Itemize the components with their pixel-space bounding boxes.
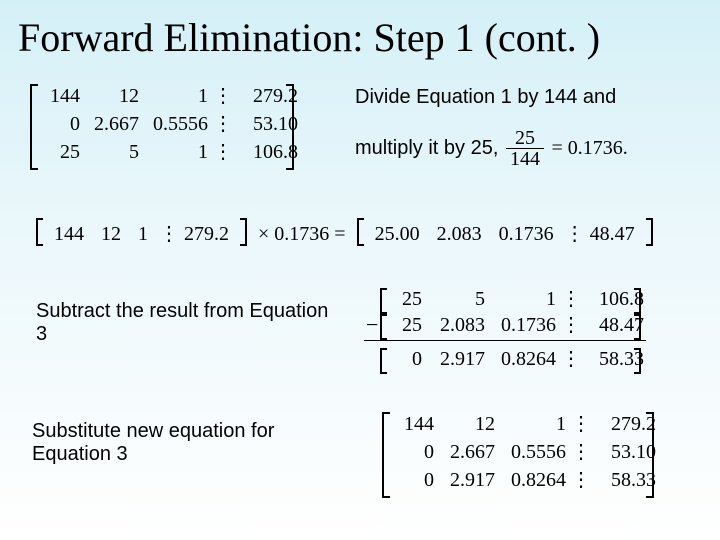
aug-separator: ⋮	[565, 221, 579, 246]
bracket-left-icon	[357, 218, 364, 246]
matrix-row: 25 5 1 ⋮ 106.8	[388, 286, 644, 312]
cell: 144	[38, 82, 80, 110]
minus-sign: −	[366, 312, 378, 338]
matrix-row: 0 2.917 0.8264 ⋮ 58.33	[388, 346, 644, 372]
bracket-left-icon	[36, 218, 43, 246]
aug-separator: ⋮	[213, 82, 233, 110]
augmented-matrix-initial: 144 12 1 ⋮ 279.2 0 2.667 0.5556 ⋮ 53.10 …	[38, 82, 298, 166]
slide-title: Forward Elimination: Step 1 (cont. )	[18, 14, 600, 61]
aug-separator: ⋮	[213, 138, 233, 166]
cell: 0.1736	[493, 223, 560, 246]
cell: 2.667	[85, 110, 139, 138]
cell: 25.00	[369, 223, 426, 246]
cell: 2.917	[439, 466, 495, 494]
bracket-right-icon	[646, 218, 653, 246]
bracket-right-icon	[286, 84, 294, 170]
substitute-caption: Substitute new equation for Equation 3	[32, 420, 352, 466]
cell: 2.083	[427, 312, 485, 338]
cell: 279.2	[178, 223, 235, 246]
matrix-row: 144 12 1 ⋮ 279.2	[392, 410, 656, 438]
aug-separator: ⋮	[571, 410, 591, 438]
aug-separator: ⋮	[561, 312, 579, 338]
bracket-left-icon	[382, 412, 390, 498]
cell: 1	[490, 286, 556, 312]
cell: 5	[85, 138, 139, 166]
cell: 2.917	[427, 346, 485, 372]
cell: 5	[427, 286, 485, 312]
bracket-right-icon	[240, 218, 247, 246]
cell: 0	[392, 466, 434, 494]
matrix-row: 25 2.083 0.1736 ⋮ 48.47	[388, 312, 644, 338]
cell: 25	[388, 312, 422, 338]
aug-separator: ⋮	[213, 110, 233, 138]
bracket-right-icon	[634, 288, 641, 314]
cell: 0.1736	[490, 312, 556, 338]
fraction-numerator: 25	[506, 128, 544, 149]
bracket-right-icon	[646, 412, 654, 498]
fraction: 25 144	[506, 128, 544, 169]
bracket-left-icon	[30, 84, 38, 170]
fraction-denominator: 144	[506, 149, 544, 169]
cell: 0.5556	[144, 110, 208, 138]
slide: Forward Elimination: Step 1 (cont. ) Div…	[0, 0, 720, 540]
subtract-caption: Subtract the result from Equation 3	[36, 300, 336, 346]
cell: 12	[95, 223, 127, 246]
augmented-matrix-updated: 144 12 1 ⋮ 279.2 0 2.667 0.5556 ⋮ 53.10 …	[392, 410, 656, 494]
cell: 2.667	[439, 438, 495, 466]
cell: 0.8264	[500, 466, 566, 494]
cell: 48.47	[584, 223, 641, 246]
bracket-left-icon	[380, 288, 387, 314]
cell: 12	[439, 410, 495, 438]
aug-separator: ⋮	[571, 466, 591, 494]
row-subtraction: − 25 5 1 ⋮ 106.8 25 2.083 0.1736 ⋮ 48.47…	[388, 286, 644, 338]
cell: 25	[388, 286, 422, 312]
cell: 2.083	[431, 223, 488, 246]
cell: 1	[132, 223, 154, 246]
cell: 25	[38, 138, 80, 166]
matrix-row: 0 2.667 0.5556 ⋮ 53.10	[38, 110, 298, 138]
fraction-result: = 0.1736.	[552, 137, 628, 159]
cell: 12	[85, 82, 139, 110]
matrix-row: 0 2.917 0.8264 ⋮ 58.33	[392, 466, 656, 494]
cell: 0.8264	[490, 346, 556, 372]
cell: 1	[500, 410, 566, 438]
cell: 144	[48, 223, 90, 246]
cell: 58.33	[584, 346, 644, 372]
times-factor: × 0.1736 =	[252, 223, 352, 246]
instruction-line-2a: multiply it by 25,	[355, 137, 504, 159]
cell: 0	[388, 346, 422, 372]
aug-separator: ⋮	[561, 286, 579, 312]
cell: 1	[144, 82, 208, 110]
matrix-row: 0 2.667 0.5556 ⋮ 53.10	[392, 438, 656, 466]
bracket-left-icon	[380, 348, 387, 374]
aug-separator: ⋮	[159, 221, 173, 246]
bracket-right-icon	[634, 314, 641, 340]
instruction-line-1: Divide Equation 1 by 144 and	[355, 86, 616, 109]
row-scaling-equation: 144 12 1 ⋮ 279.2 × 0.1736 = 25.00 2.083 …	[36, 218, 653, 246]
aug-separator: ⋮	[571, 438, 591, 466]
bracket-left-icon	[380, 314, 387, 340]
matrix-row: 25 5 1 ⋮ 106.8	[38, 138, 298, 166]
cell: 144	[392, 410, 434, 438]
instruction-line-2: multiply it by 25, 25 144 = 0.1736.	[355, 128, 628, 169]
cell: 1	[144, 138, 208, 166]
aug-separator: ⋮	[561, 346, 579, 372]
cell: 0	[38, 110, 80, 138]
cell: 0.5556	[500, 438, 566, 466]
cell: 0	[392, 438, 434, 466]
subtraction-line	[364, 340, 646, 341]
matrix-row: 144 12 1 ⋮ 279.2	[38, 82, 298, 110]
